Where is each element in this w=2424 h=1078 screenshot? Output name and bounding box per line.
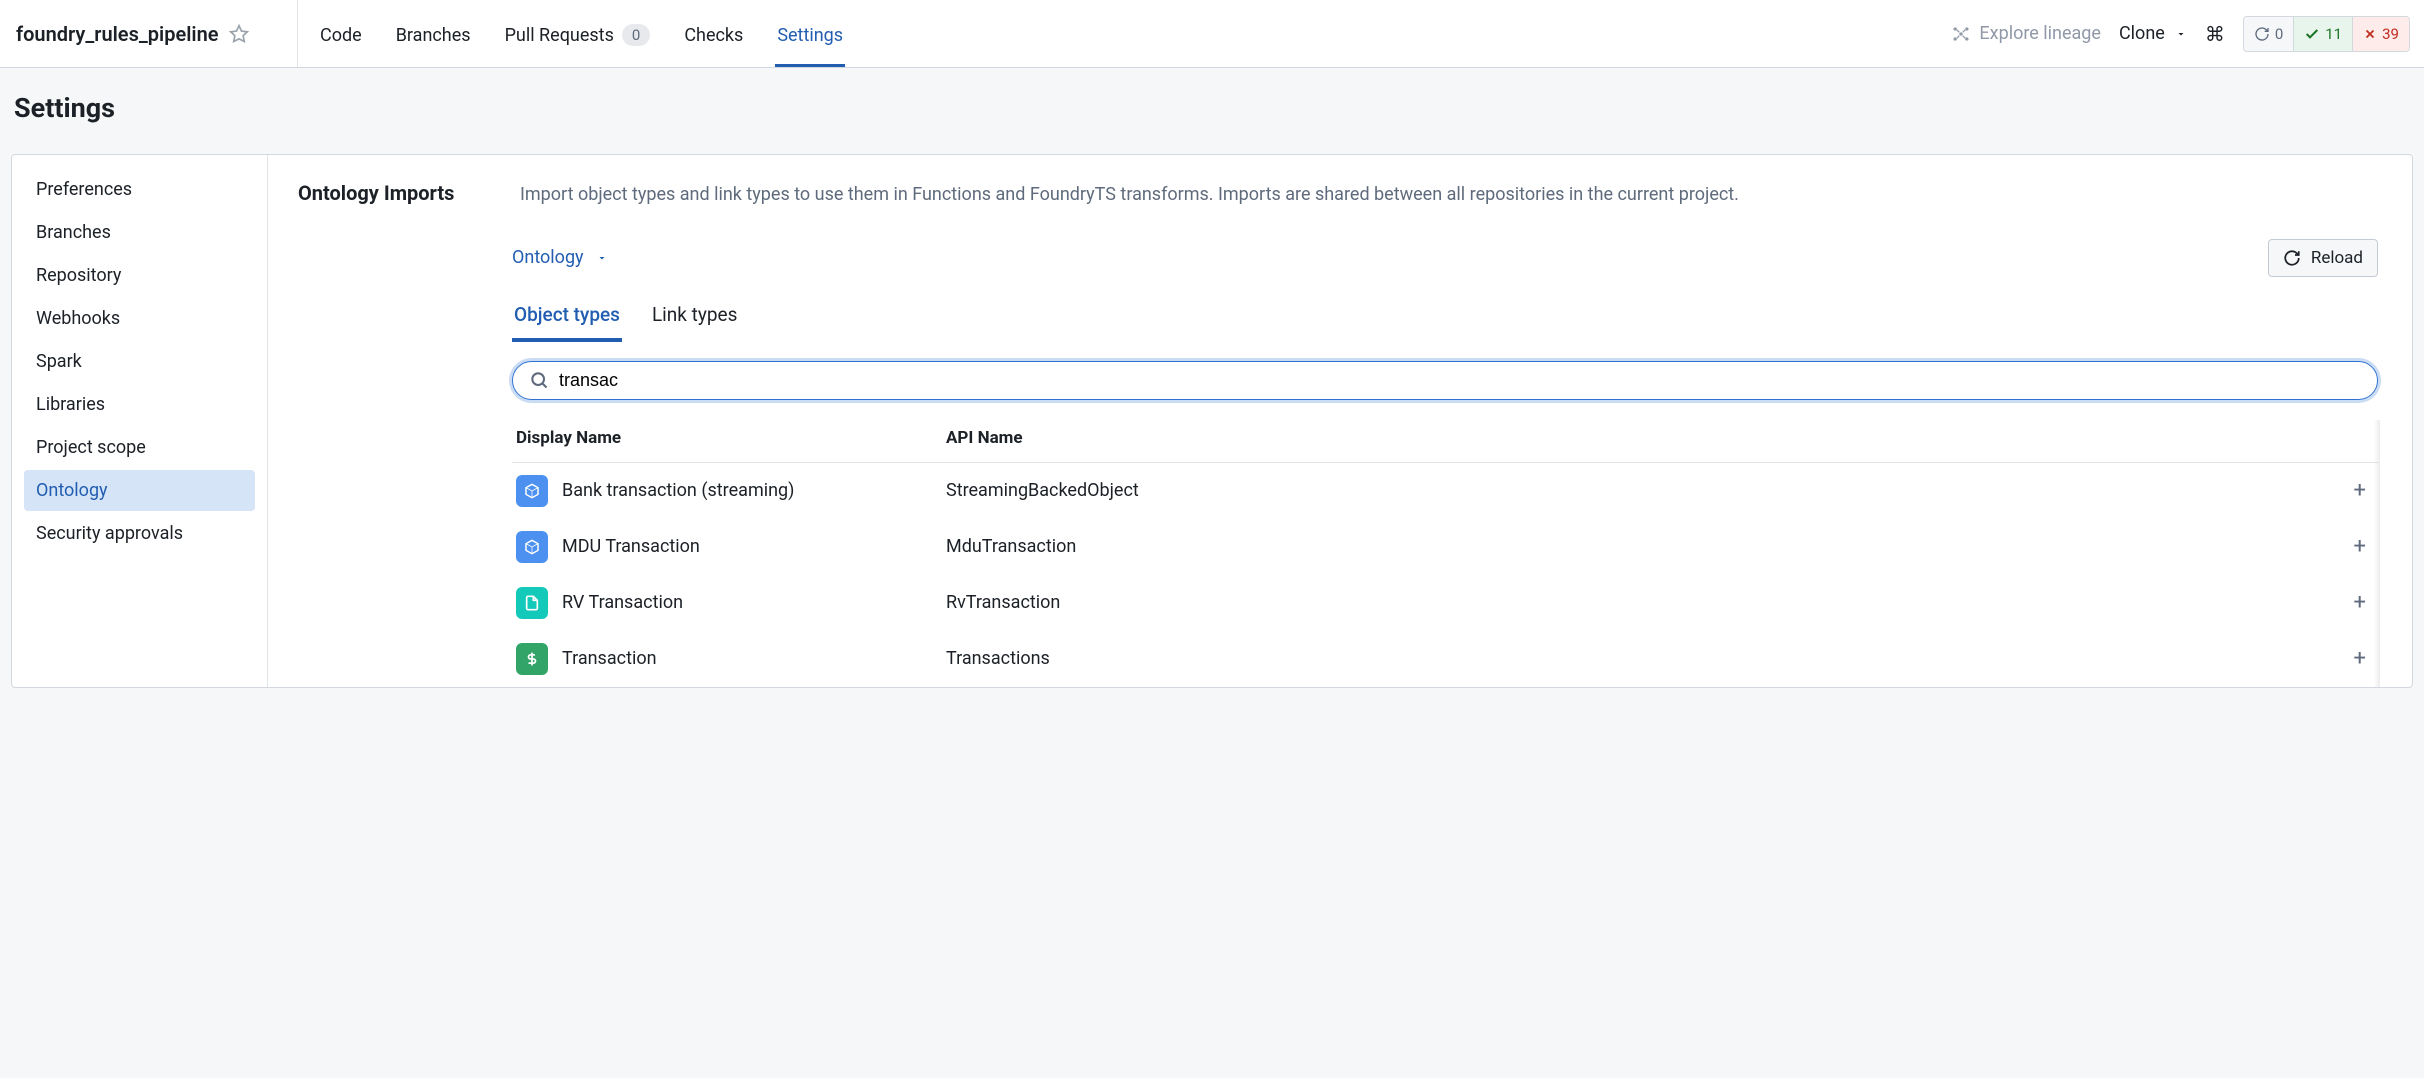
status-pass[interactable]: 11 <box>2293 17 2352 51</box>
settings-sidebar: PreferencesBranchesRepositoryWebhooksSpa… <box>12 155 268 687</box>
status-group: 0 11 39 <box>2243 16 2410 52</box>
explore-lineage-label: Explore lineage <box>1979 23 2101 44</box>
row-display-label: Bank transaction (streaming) <box>562 480 794 501</box>
section-description: Import object types and link types to us… <box>520 181 1739 209</box>
subtab-object-types[interactable]: Object types <box>512 303 622 342</box>
cube-icon <box>516 531 548 563</box>
subtab-link-types-label: Link types <box>652 303 737 326</box>
sidebar-item-repository[interactable]: Repository <box>24 255 255 296</box>
status-fail[interactable]: 39 <box>2352 17 2409 51</box>
clone-button[interactable]: Clone <box>2119 23 2187 44</box>
tab-branches-label: Branches <box>396 25 471 46</box>
sidebar-item-branches[interactable]: Branches <box>24 212 255 253</box>
reload-label: Reload <box>2311 248 2363 268</box>
search-wrap <box>512 361 2378 400</box>
sidebar-item-spark[interactable]: Spark <box>24 341 255 382</box>
tab-code[interactable]: Code <box>318 25 364 67</box>
col-api-name: API Name <box>946 428 2326 448</box>
sidebar-item-webhooks[interactable]: Webhooks <box>24 298 255 339</box>
ontology-select-label: Ontology <box>512 247 584 268</box>
ontology-select[interactable]: Ontology <box>512 247 608 268</box>
clone-label: Clone <box>2119 23 2165 44</box>
top-bar: foundry_rules_pipeline Code Branches Pul… <box>0 0 2424 68</box>
search-icon <box>529 370 549 390</box>
pr-count-badge: 0 <box>622 24 650 46</box>
cell-api-name: RvTransaction <box>946 592 2326 613</box>
status-sync[interactable]: 0 <box>2244 17 2293 51</box>
tab-branches[interactable]: Branches <box>394 25 473 67</box>
object-types-table: Display Name API Name Bank transaction (… <box>512 420 2378 687</box>
cube-icon <box>516 475 548 507</box>
page-title-wrap: Settings <box>0 68 2424 154</box>
search-input[interactable] <box>559 370 2361 391</box>
content-panel: PreferencesBranchesRepositoryWebhooksSpa… <box>11 154 2413 688</box>
add-button[interactable]: + <box>2326 590 2366 615</box>
status-fail-count: 39 <box>2382 25 2399 43</box>
subtab-object-types-label: Object types <box>514 303 620 326</box>
sidebar-item-libraries[interactable]: Libraries <box>24 384 255 425</box>
tab-settings-label: Settings <box>777 25 843 46</box>
tab-checks[interactable]: Checks <box>682 25 745 67</box>
star-icon[interactable] <box>229 24 249 44</box>
table-row[interactable]: Bank transaction (streaming) StreamingBac… <box>512 463 2378 519</box>
row-display-label: MDU Transaction <box>562 536 700 557</box>
table-header: Display Name API Name <box>512 420 2378 463</box>
chevron-down-icon <box>596 252 608 264</box>
page-title: Settings <box>14 92 2410 124</box>
add-button[interactable]: + <box>2326 646 2366 671</box>
add-button[interactable]: + <box>2326 534 2366 559</box>
tab-code-label: Code <box>320 25 362 46</box>
cell-display-name: Bank transaction (streaming) <box>516 475 946 507</box>
status-pass-count: 11 <box>2325 25 2342 43</box>
repo-header: foundry_rules_pipeline <box>0 0 298 67</box>
table-row[interactable]: MDU Transaction MduTransaction+ <box>512 519 2378 575</box>
table-row[interactable]: RV Transaction RvTransaction+ <box>512 575 2378 631</box>
section-header: Ontology Imports Import object types and… <box>298 181 2378 209</box>
cell-display-name: Transaction <box>516 643 946 675</box>
tab-pr-label: Pull Requests <box>505 25 614 46</box>
dollar-icon <box>516 643 548 675</box>
row-display-label: Transaction <box>562 648 657 669</box>
command-icon[interactable]: ⌘ <box>2205 22 2225 46</box>
ontology-controls: Ontology Reload <box>298 239 2378 277</box>
explore-lineage-button[interactable]: Explore lineage <box>1951 23 2101 44</box>
sidebar-item-ontology[interactable]: Ontology <box>24 470 255 511</box>
cell-api-name: StreamingBackedObject <box>946 480 2326 501</box>
add-button[interactable]: + <box>2326 478 2366 503</box>
sidebar-item-security-approvals[interactable]: Security approvals <box>24 513 255 554</box>
document-icon <box>516 587 548 619</box>
import-subtabs: Object types Link types <box>298 303 2378 343</box>
sidebar-item-preferences[interactable]: Preferences <box>24 169 255 210</box>
tab-checks-label: Checks <box>684 25 743 46</box>
tab-pull-requests[interactable]: Pull Requests 0 <box>503 24 653 67</box>
cell-api-name: MduTransaction <box>946 536 2326 557</box>
section-title: Ontology Imports <box>298 181 478 205</box>
col-actions <box>2326 428 2366 448</box>
col-display-name: Display Name <box>516 428 946 448</box>
repo-name: foundry_rules_pipeline <box>16 22 219 46</box>
status-sync-count: 0 <box>2275 25 2283 43</box>
top-right-actions: Explore lineage Clone ⌘ 0 11 39 <box>1951 0 2424 67</box>
table-row[interactable]: Transaction Transactions+ <box>512 631 2378 687</box>
row-display-label: RV Transaction <box>562 592 683 613</box>
lineage-icon <box>1951 24 1971 44</box>
settings-main: Ontology Imports Import object types and… <box>268 155 2412 687</box>
cell-display-name: MDU Transaction <box>516 531 946 563</box>
cell-display-name: RV Transaction <box>516 587 946 619</box>
cell-api-name: Transactions <box>946 648 2326 669</box>
tab-settings[interactable]: Settings <box>775 25 845 67</box>
top-tabs: Code Branches Pull Requests 0 Checks Set… <box>298 0 1951 67</box>
subtab-link-types[interactable]: Link types <box>650 303 739 342</box>
reload-button[interactable]: Reload <box>2268 239 2378 277</box>
reload-icon <box>2283 249 2301 267</box>
chevron-down-icon <box>2175 28 2187 40</box>
sidebar-item-project-scope[interactable]: Project scope <box>24 427 255 468</box>
